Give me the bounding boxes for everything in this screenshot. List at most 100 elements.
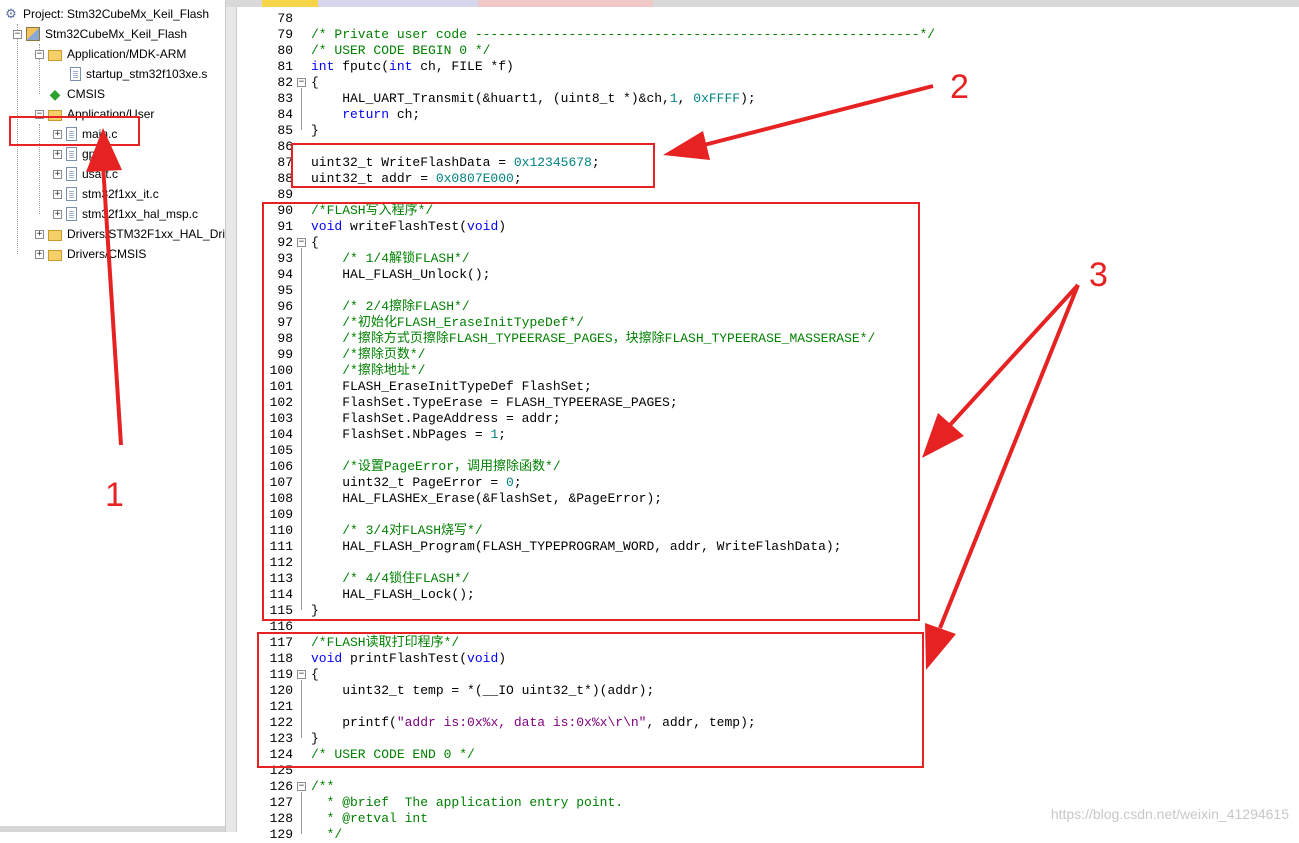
cmsis-diamond-icon: ◆: [49, 86, 61, 102]
line-number: 89: [277, 187, 293, 202]
line-number: 86: [277, 139, 293, 154]
line-number: 108: [269, 491, 293, 506]
line-number: 104: [269, 427, 293, 442]
file-gpio-c[interactable]: + gpio.c: [53, 144, 114, 164]
fold-guide: [301, 680, 302, 738]
code-text: /* Private user code -------------------…: [311, 27, 936, 42]
group-hal-driver[interactable]: + Drivers/STM32F1xx_HAL_Driver: [35, 224, 225, 244]
line-number: 126: [269, 779, 293, 794]
code-text: /*FLASH读取打印程序*/: [311, 635, 460, 650]
code-text: HAL_FLASHEx_Erase(&FlashSet, &PageError)…: [311, 491, 663, 506]
code-text: return ch;: [342, 107, 421, 122]
file-main-c[interactable]: + main.c: [53, 124, 117, 144]
code-text: /*擦除页数*/: [342, 347, 426, 362]
code-text: HAL_UART_Transmit(&huart1, (uint8_t *)&c…: [311, 91, 756, 106]
expand-icon[interactable]: +: [53, 169, 62, 179]
fold-collapse-icon[interactable]: −: [297, 238, 306, 247]
file-icon: [66, 207, 77, 221]
fold-collapse-icon[interactable]: −: [297, 78, 306, 87]
folder-icon: [48, 49, 62, 61]
line-number: 115: [269, 603, 293, 618]
tab-other-file[interactable]: [318, 0, 478, 7]
line-number: 90: [277, 203, 293, 218]
collapse-icon[interactable]: −: [13, 29, 22, 39]
fold-collapse-icon[interactable]: −: [297, 782, 306, 791]
line-number: 121: [269, 699, 293, 714]
collapse-icon[interactable]: −: [35, 49, 44, 59]
file-label: main.c: [82, 127, 118, 141]
line-number: 120: [269, 683, 293, 698]
expand-icon[interactable]: +: [53, 209, 62, 219]
line-number: 127: [269, 795, 293, 810]
file-icon: [66, 127, 77, 141]
collapse-icon[interactable]: −: [35, 109, 44, 119]
line-number: 88: [277, 171, 293, 186]
file-it-c[interactable]: + stm32f1xx_it.c: [53, 184, 159, 204]
code-text: {: [311, 75, 319, 90]
file-icon: [70, 67, 81, 81]
target-node[interactable]: − Stm32CubeMx_Keil_Flash: [13, 24, 187, 44]
line-number: 95: [277, 283, 293, 298]
file-usart-c[interactable]: + usart.c: [53, 164, 118, 184]
line-number: 80: [277, 43, 293, 58]
expand-icon[interactable]: +: [35, 229, 44, 239]
line-number: 119: [269, 667, 293, 682]
group-label: Drivers/CMSIS: [67, 247, 147, 261]
line-number: 98: [277, 331, 293, 346]
line-number: 92: [277, 235, 293, 250]
editor-tab-strip[interactable]: [226, 0, 1299, 7]
fold-guide: [301, 88, 302, 130]
tab-other-file[interactable]: [478, 0, 653, 7]
line-number: 128: [269, 811, 293, 826]
file-startup[interactable]: startup_stm32f103xe.s: [70, 64, 207, 84]
line-number: 117: [269, 635, 293, 650]
tree-scrollbar[interactable]: [0, 826, 225, 832]
cmsis-node[interactable]: ◆ CMSIS: [48, 84, 105, 104]
code-text: HAL_FLASH_Lock();: [311, 587, 475, 602]
project-root[interactable]: ⚙ Project: Stm32CubeMx_Keil_Flash: [4, 4, 209, 24]
line-number: 122: [269, 715, 293, 730]
target-icon: [26, 27, 40, 41]
code-text: /*设置PageError，调用擦除函数*/: [342, 459, 561, 474]
fold-collapse-icon[interactable]: −: [297, 670, 306, 679]
expand-icon[interactable]: +: [53, 149, 62, 159]
expand-icon[interactable]: +: [35, 249, 44, 259]
file-label: stm32f1xx_it.c: [82, 187, 159, 201]
code-text: uint32_t WriteFlashData = 0x12345678;: [311, 155, 600, 170]
code-text: /* 3/4对FLASH烧写*/: [342, 523, 483, 538]
group-drivers-cmsis[interactable]: + Drivers/CMSIS: [35, 244, 146, 264]
fold-guide: [301, 248, 302, 610]
file-hal-msp-c[interactable]: + stm32f1xx_hal_msp.c: [53, 204, 198, 224]
code-text: /*FLASH写入程序*/: [311, 203, 434, 218]
file-icon: [66, 147, 77, 161]
line-number: 99: [277, 347, 293, 362]
project-label: Project: Stm32CubeMx_Keil_Flash: [23, 7, 210, 21]
line-number: 100: [269, 363, 293, 378]
line-number: 113: [269, 571, 293, 586]
line-number: 102: [269, 395, 293, 410]
code-text: }: [311, 731, 319, 746]
code-text: HAL_FLASH_Program(FLASH_TYPEPROGRAM_WORD…: [311, 539, 842, 554]
line-number: 129: [269, 827, 293, 842]
group-label: Application/MDK-ARM: [67, 47, 187, 61]
annotation-label-1: 1: [105, 476, 124, 514]
project-tree-panel: ⚙ Project: Stm32CubeMx_Keil_Flash − Stm3…: [0, 0, 226, 832]
code-text: /* 4/4锁住FLASH*/: [342, 571, 470, 586]
folder-icon: [48, 109, 62, 121]
code-text: /*初始化FLASH_EraseInitTypeDef*/: [342, 315, 585, 330]
code-text: */: [311, 827, 343, 842]
line-number: 82: [277, 75, 293, 90]
expand-icon[interactable]: +: [53, 189, 62, 199]
code-text: }: [311, 603, 319, 618]
code-editor[interactable]: 78 79 /* Private user code ---------------…: [226, 0, 1299, 842]
line-number: 114: [269, 587, 293, 602]
group-application-user[interactable]: − Application/User: [35, 104, 154, 124]
file-label: startup_stm32f103xe.s: [86, 67, 208, 81]
line-number: 112: [269, 555, 293, 570]
code-text: void printFlashTest(void): [311, 651, 507, 666]
file-icon: [66, 187, 77, 201]
line-number: 81: [277, 59, 293, 74]
group-mdk-arm[interactable]: − Application/MDK-ARM: [35, 44, 186, 64]
tab-main-c[interactable]: [262, 0, 318, 7]
expand-icon[interactable]: +: [53, 129, 62, 139]
